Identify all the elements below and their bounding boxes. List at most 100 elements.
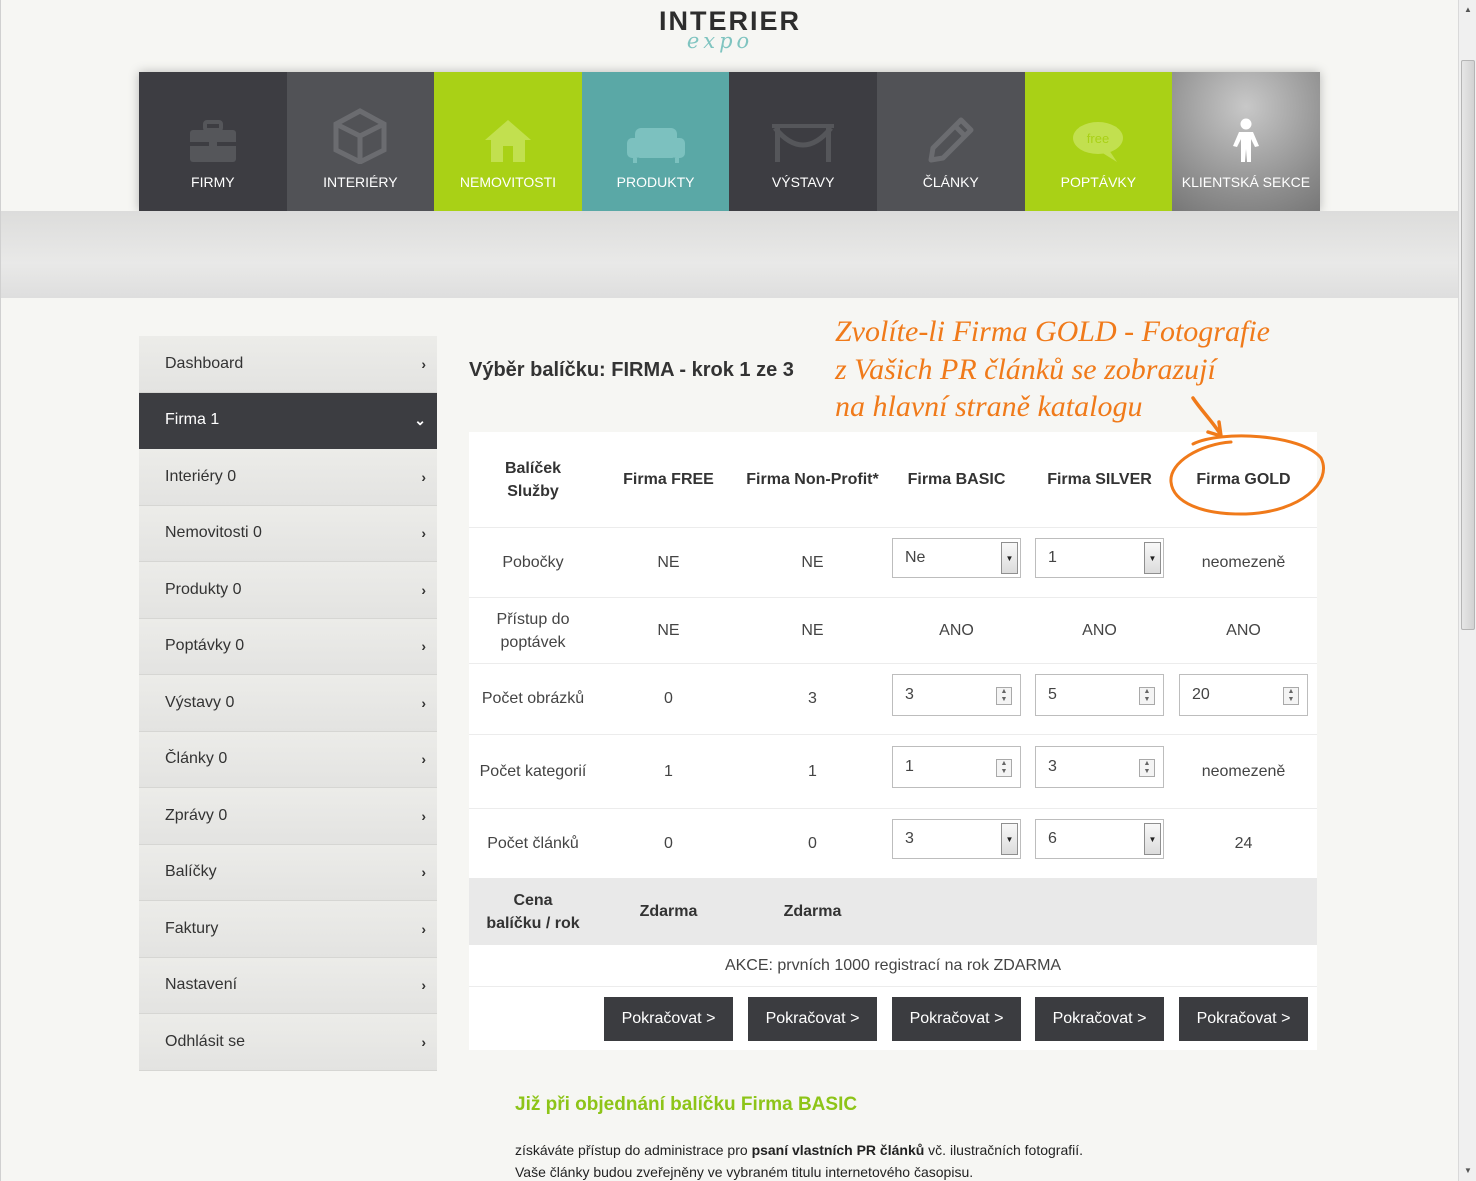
stepper-arrows-icon[interactable]: ▲ ▼: [1139, 687, 1155, 705]
chevron-right-icon: ›: [421, 355, 426, 372]
silver-images-stepper[interactable]: 5 ▲ ▼: [1035, 674, 1164, 716]
dropdown-arrow-icon[interactable]: ▼: [1001, 823, 1018, 855]
page-title: Výběr balíčku: FIRMA - krok 1 ze 3: [469, 359, 794, 381]
continue-gold-button[interactable]: Pokračovat >: [1179, 997, 1308, 1041]
sidebar-item-poptavky[interactable]: Poptávky 0 ›: [139, 618, 437, 675]
person-icon: [1231, 72, 1261, 168]
continue-nonprofit-button[interactable]: Pokračovat >: [748, 997, 877, 1041]
annotation-line: z Vašich PR článků se zobrazují: [835, 352, 1216, 386]
price-free: Zdarma: [639, 902, 698, 920]
promo-row: AKCE: prvních 1000 registrací na rok ZDA…: [469, 945, 1317, 987]
row-label-line: Cena: [513, 891, 553, 909]
continue-free-button[interactable]: Pokračovat >: [604, 997, 733, 1041]
nav-item-nemovitosti[interactable]: NEMOVITOSTI: [434, 72, 582, 211]
cell-nonprofit: 1: [808, 762, 817, 780]
row-label-line: balíčku / rok: [486, 914, 580, 932]
sidebar-item-produkty[interactable]: Produkty 0 ›: [139, 562, 437, 619]
cell-gold: neomezeně: [1201, 553, 1286, 571]
basic-images-stepper[interactable]: 3 ▲ ▼: [892, 674, 1021, 716]
table-row-obrazky: Počet obrázků 0 3 3 ▲ ▼ 5 ▲ ▼ 20 ▲ ▼: [469, 664, 1317, 735]
sidebar-item-clanky[interactable]: Články 0 ›: [139, 731, 437, 788]
row-label-line: Přístup do: [496, 610, 570, 628]
dropdown-arrow-icon[interactable]: ▼: [1001, 542, 1018, 574]
gold-images-stepper[interactable]: 20 ▲ ▼: [1179, 674, 1308, 716]
silver-articles-select[interactable]: 6 ▼: [1035, 819, 1164, 859]
stepper-value: 3: [905, 686, 914, 703]
scrollbar-thumb[interactable]: [1461, 60, 1475, 630]
basic-articles-select[interactable]: 3 ▼: [892, 819, 1021, 859]
chevron-right-icon: ›: [421, 751, 426, 768]
sidebar-item-nastaveni[interactable]: Nastavení ›: [139, 957, 437, 1014]
site-logo[interactable]: INTERIER expo: [1, 8, 1459, 54]
price-nonprofit: Zdarma: [783, 902, 842, 920]
scroll-down-icon[interactable]: ▼: [1461, 1163, 1475, 1177]
nav-label: INTERIÉRY: [323, 174, 398, 190]
select-value: 3: [905, 830, 914, 847]
nav-item-poptavky[interactable]: free POPTÁVKY: [1024, 72, 1173, 211]
chevron-right-icon: ›: [421, 638, 426, 655]
continue-basic-button[interactable]: Pokračovat >: [892, 997, 1021, 1041]
silver-categories-stepper[interactable]: 3 ▲ ▼: [1035, 746, 1164, 788]
chevron-right-icon: ›: [421, 581, 426, 598]
dropdown-arrow-icon[interactable]: ▼: [1144, 823, 1161, 855]
nav-item-klientska-sekce[interactable]: KLIENTSKÁ SEKCE: [1172, 72, 1320, 211]
row-label: Přístup do poptávek: [469, 598, 597, 663]
chevron-right-icon: ›: [421, 920, 426, 937]
nav-item-clanky[interactable]: ČLÁNKY: [876, 72, 1025, 211]
sofa-icon: [625, 72, 687, 168]
stepper-arrows-icon[interactable]: ▲ ▼: [1283, 687, 1299, 705]
sidebar-item-label: Interiéry 0: [165, 467, 237, 485]
sidebar-item-nemovitosti[interactable]: Nemovitosti 0 ›: [139, 505, 437, 562]
sidebar-item-vystavy[interactable]: Výstavy 0 ›: [139, 675, 437, 732]
nav-item-vystavy[interactable]: VÝSTAVY: [729, 72, 877, 211]
sidebar-item-zpravy[interactable]: Zprávy 0 ›: [139, 788, 437, 845]
basic-categories-stepper[interactable]: 1 ▲ ▼: [892, 746, 1021, 788]
promo-text: AKCE: prvních 1000 registrací na rok ZDA…: [724, 956, 1062, 974]
vertical-scrollbar[interactable]: ▲ ▼: [1458, 0, 1476, 1181]
select-value: 6: [1048, 830, 1057, 847]
info-text-part: vč. ilustračních fotografií.: [924, 1142, 1084, 1158]
table-row-price: Cena balíčku / rok Zdarma Zdarma: [469, 878, 1317, 945]
scroll-up-icon[interactable]: ▲: [1461, 2, 1475, 16]
header-text: Balíček: [504, 459, 562, 477]
nav-item-interiery[interactable]: INTERIÉRY: [286, 72, 435, 211]
sidebar-item-balicky[interactable]: Balíčky ›: [139, 844, 437, 901]
sidebar-item-dashboard[interactable]: Dashboard ›: [139, 336, 437, 393]
continue-silver-button[interactable]: Pokračovat >: [1035, 997, 1164, 1041]
select-value: 1: [1048, 549, 1057, 566]
sidebar-item-label: Produkty 0: [165, 580, 242, 598]
basic-branches-select[interactable]: Ne ▼: [892, 538, 1021, 578]
stepper-arrows-icon[interactable]: ▲ ▼: [1139, 759, 1155, 777]
sidebar-item-label: Výstavy 0: [165, 693, 235, 711]
free-bubble-icon: free: [1071, 72, 1125, 168]
nav-label: FIRMY: [191, 174, 235, 190]
dropdown-arrow-icon[interactable]: ▼: [1144, 542, 1161, 574]
stepper-arrows-icon[interactable]: ▲ ▼: [996, 759, 1012, 777]
chevron-right-icon: ›: [421, 977, 426, 994]
silver-branches-select[interactable]: 1 ▼: [1035, 538, 1164, 578]
sidebar-item-faktury[interactable]: Faktury ›: [139, 901, 437, 958]
sidebar-item-interiery[interactable]: Interiéry 0 ›: [139, 449, 437, 506]
cube-icon: [333, 72, 387, 168]
highlight-ellipse: [1169, 434, 1325, 516]
sidebar-item-label: Nemovitosti 0: [165, 524, 262, 542]
info-text-part: získáváte přístup do administrace pro: [515, 1142, 752, 1158]
info-line: Vaše články budou zveřejněny ve vybraném…: [515, 1164, 974, 1180]
logo-sub-text: expo: [686, 29, 754, 53]
cell-free: NE: [657, 553, 680, 571]
sidebar-item-odhlasit[interactable]: Odhlásit se ›: [139, 1014, 437, 1071]
chevron-right-icon: ›: [421, 468, 426, 485]
cell-nonprofit: NE: [801, 621, 824, 639]
house-icon: [483, 72, 533, 168]
table-row-pobocky: Pobočky NE NE Ne ▼ 1 ▼ neomezeně: [469, 528, 1317, 598]
sidebar-item-firma[interactable]: Firma 1 ⌄: [139, 392, 437, 449]
cell-free: 0: [664, 834, 673, 852]
sidebar-item-label: Zprávy 0: [165, 806, 228, 824]
info-text-bold: psaní vlastních PR článků: [751, 1142, 925, 1158]
sidebar: Dashboard › Firma 1 ⌄ Interiéry 0 › Nemovit…: [139, 336, 437, 1071]
annotation-highlight: [1169, 396, 1325, 516]
nav-item-firmy[interactable]: FIRMY: [139, 72, 287, 211]
stepper-value: 3: [1048, 758, 1057, 775]
stepper-arrows-icon[interactable]: ▲ ▼: [996, 687, 1012, 705]
nav-item-produkty[interactable]: PRODUKTY: [581, 72, 730, 211]
